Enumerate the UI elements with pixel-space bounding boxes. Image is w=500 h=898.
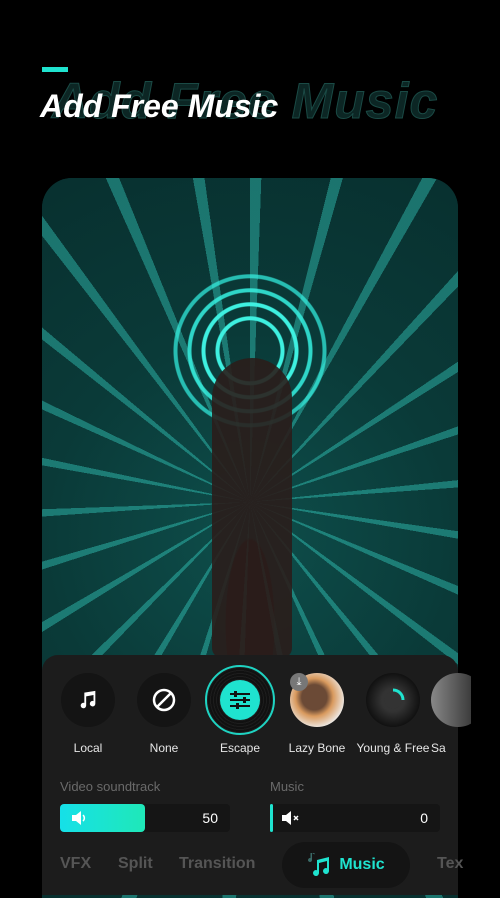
volume-icon [72,811,86,825]
music-notes-icon [308,853,330,877]
page-title: Add Free Music [40,88,279,124]
music-panel: Local None Escape ⤓ Lazy Bone Young & Fr… [42,655,471,895]
music-volume-slider[interactable]: 0 [270,804,440,832]
sliders-icon [230,691,250,709]
tab-transition[interactable]: Transition [179,855,255,873]
download-icon[interactable]: ⤓ [290,673,308,691]
music-item-young-free[interactable]: Young & Free [355,673,431,755]
mute-icon [282,811,299,825]
music-item-escape[interactable]: Escape [202,665,278,755]
music-volume-label: Music [270,779,304,794]
loading-icon [381,688,405,712]
none-icon [152,688,176,712]
tab-text[interactable]: Tex [437,855,463,873]
music-item-none[interactable]: None [126,673,202,755]
tab-vfx[interactable]: VFX [60,855,91,873]
tab-split[interactable]: Split [118,855,153,873]
video-soundtrack-label: Video soundtrack [60,779,161,794]
tab-music[interactable]: Music [282,842,410,888]
music-item-partial[interactable]: Sa [431,673,471,755]
music-item-lazy-bone[interactable]: ⤓ Lazy Bone [279,673,355,755]
video-soundtrack-slider[interactable]: 50 [60,804,230,832]
music-item-local[interactable]: Local [50,673,126,755]
music-note-icon [80,690,96,709]
